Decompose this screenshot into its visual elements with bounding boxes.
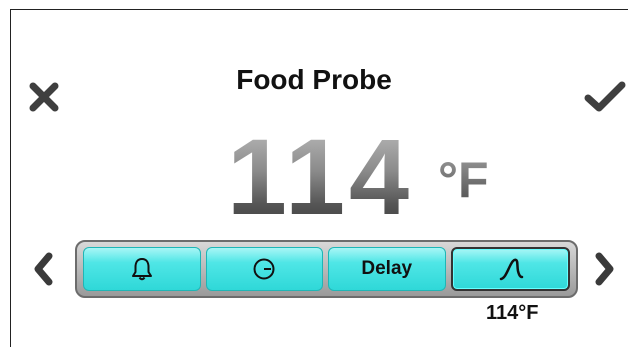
confirm-button[interactable] bbox=[583, 78, 627, 116]
previous-button[interactable] bbox=[28, 248, 58, 290]
tab-alarm[interactable] bbox=[83, 247, 201, 291]
probe-icon bbox=[500, 258, 524, 281]
tab-food-probe[interactable] bbox=[450, 247, 570, 291]
tab-timer[interactable] bbox=[205, 247, 323, 291]
probe-temperature-readout: 114°F bbox=[486, 302, 539, 324]
temperature-value: 114 bbox=[215, 122, 425, 232]
checkmark-icon bbox=[584, 81, 626, 112]
mode-bar: Delay bbox=[75, 240, 578, 298]
bell-icon bbox=[131, 258, 152, 281]
next-button[interactable] bbox=[590, 248, 620, 290]
chevron-left-icon bbox=[34, 252, 53, 286]
chevron-right-icon bbox=[595, 252, 614, 286]
clock-icon bbox=[253, 258, 275, 280]
page-title: Food Probe bbox=[236, 64, 392, 95]
delay-label: Delay bbox=[361, 258, 413, 279]
tab-delay[interactable]: Delay bbox=[328, 247, 446, 291]
temperature-unit: °F bbox=[438, 152, 489, 208]
